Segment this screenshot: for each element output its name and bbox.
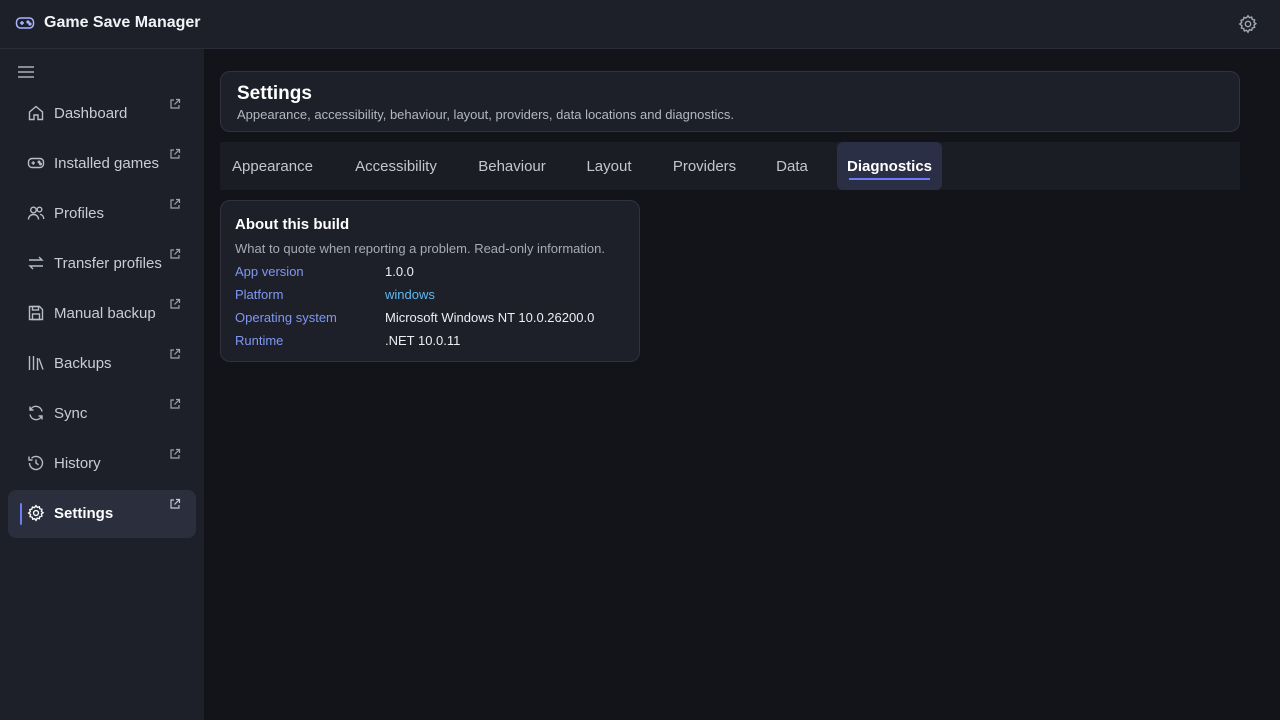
sidebar-item-label: Settings [54,505,114,522]
sidebar-item-transfer-profiles[interactable]: Transfer profiles [8,240,196,288]
tab-behaviour[interactable]: Behaviour [468,142,556,190]
card-title: About this build [235,216,350,233]
sidebar-item-label: Sync [54,405,88,422]
sidebar-item-backups[interactable]: Backups [8,340,196,388]
sidebar-item-sync[interactable]: Sync [8,390,196,438]
title-bar: Game Save Manager [0,0,1280,49]
save-icon [28,305,44,321]
tab-label: Behaviour [478,157,546,175]
sidebar-item-label: Backups [54,355,112,372]
sidebar-item-profiles[interactable]: Profiles [8,190,196,238]
library-icon [28,356,44,370]
info-row-operating-system: Operating system Microsoft Windows NT 10… [235,310,635,330]
sidebar-item-dashboard[interactable]: Dashboard [8,90,196,138]
external-link-icon[interactable] [169,298,181,310]
external-link-icon[interactable] [169,398,181,410]
tab-data[interactable]: Data [766,142,818,190]
sidebar-item-settings[interactable]: Settings [8,490,196,538]
info-key: App version [235,264,304,279]
info-row-runtime: Runtime .NET 10.0.11 [235,333,635,353]
sidebar-item-label: Installed games [54,155,160,172]
tab-accessibility[interactable]: Accessibility [340,142,452,190]
sidebar: Dashboard Installed games Profiles Trans… [0,49,204,720]
external-link-icon[interactable] [169,148,181,160]
info-row-app-version: App version 1.0.0 [235,264,635,284]
page-title: Settings [237,83,312,104]
external-link-icon[interactable] [169,198,181,210]
sidebar-item-label: Dashboard [54,105,128,122]
sidebar-item-label: Manual backup [54,305,156,322]
tab-layout[interactable]: Layout [575,142,643,190]
info-value: 1.0.0 [385,264,414,279]
tab-appearance[interactable]: Appearance [220,142,325,190]
external-link-icon[interactable] [169,348,181,360]
active-tab-underline [849,178,930,180]
tab-label: Data [776,157,808,175]
external-link-icon[interactable] [169,98,181,110]
tab-providers[interactable]: Providers [660,142,749,190]
users-icon [27,206,45,220]
card-description: What to quote when reporting a problem. … [235,241,605,256]
home-icon [28,105,44,121]
external-link-icon[interactable] [169,498,181,510]
info-value: windows [385,287,435,302]
external-link-icon[interactable] [169,248,181,260]
external-link-icon[interactable] [169,448,181,460]
app-title: Game Save Manager [44,14,201,31]
info-key: Runtime [235,333,284,348]
menu-icon[interactable] [17,64,35,80]
tab-diagnostics[interactable]: Diagnostics [837,142,942,190]
history-icon [28,455,44,471]
transfer-icon [28,256,44,270]
tab-label: Appearance [232,157,313,175]
page-subtitle: Appearance, accessibility, behaviour, la… [237,107,734,122]
tab-label: Accessibility [355,157,437,175]
info-value: Microsoft Windows NT 10.0.26200.0 [385,310,595,325]
tab-label: Providers [672,157,737,175]
gear-icon[interactable] [1238,14,1258,34]
gamepad-icon [15,17,35,29]
sidebar-item-label: Profiles [54,205,105,222]
tab-label: Diagnostics [846,157,933,175]
tab-label: Layout [586,157,632,175]
sidebar-item-label: History [54,455,101,472]
page-header: Settings Appearance, accessibility, beha… [220,71,1240,132]
sidebar-item-installed-games[interactable]: Installed games [8,140,196,188]
info-row-platform: Platform windows [235,287,635,307]
info-key: Platform [235,287,284,302]
sync-icon [29,405,43,421]
tab-bar: Appearance Accessibility Behaviour Layou… [220,142,1240,190]
gamepad-icon [27,157,45,169]
sidebar-item-label: Transfer profiles [54,255,162,272]
sidebar-item-history[interactable]: History [8,440,196,488]
info-value: .NET 10.0.11 [385,333,461,348]
about-build-card: About this build What to quote when repo… [220,200,640,362]
sidebar-item-manual-backup[interactable]: Manual backup [8,290,196,338]
active-indicator [20,503,22,525]
gear-icon [27,504,45,522]
info-key: Operating system [235,310,337,325]
